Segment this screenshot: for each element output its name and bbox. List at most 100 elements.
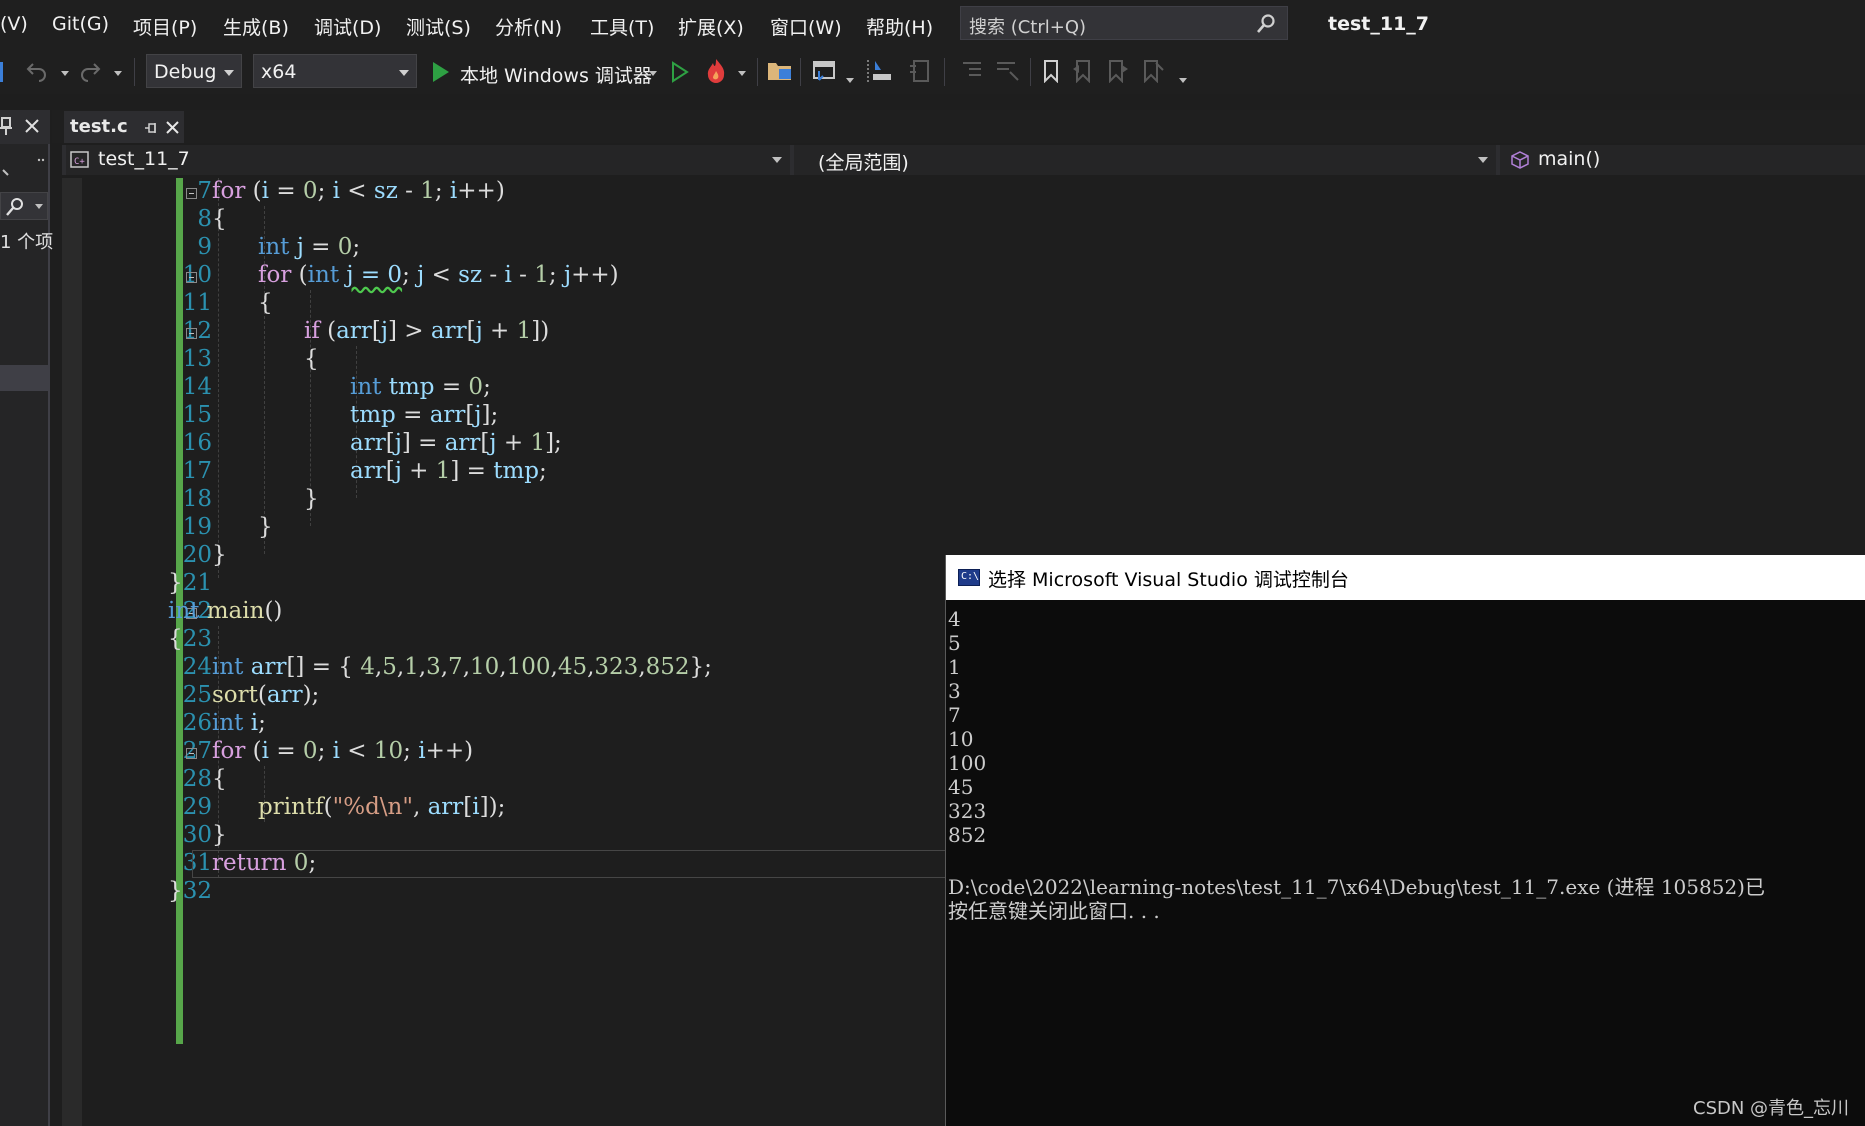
redo-icon[interactable]	[78, 58, 102, 86]
code-line: {	[258, 290, 273, 316]
console-output-line: 852	[948, 823, 986, 847]
line-number: 11	[122, 290, 212, 316]
menu-test[interactable]: 测试(S)	[406, 13, 471, 40]
code-line: int i;	[212, 710, 266, 736]
toolbar-edge-icon	[0, 62, 3, 82]
console-output-line: 3	[948, 679, 961, 703]
hot-reload-icon[interactable]	[703, 57, 729, 89]
search-icon[interactable]	[1255, 13, 1277, 39]
line-number: 12	[122, 318, 212, 344]
chevron-down-icon	[224, 70, 234, 76]
menu-git[interactable]: Git(G)	[52, 13, 109, 35]
menu-build[interactable]: 生成(B)	[223, 13, 289, 40]
code-line: }	[212, 542, 227, 568]
debug-console-window[interactable]: C:\ 选择 Microsoft Visual Studio 调试控制台 4 5…	[945, 555, 1865, 1126]
code-line: printf("%d\n", arr[i]);	[258, 794, 505, 820]
line-number: 9	[122, 234, 212, 260]
collapse-block-icon[interactable]	[186, 328, 197, 339]
undo-icon[interactable]	[25, 58, 49, 86]
outline-icon[interactable]	[908, 58, 932, 88]
code-line: arr[j + 1] = tmp;	[350, 458, 547, 484]
menu-view[interactable]: (V)	[0, 13, 28, 35]
toolbar-separator	[757, 58, 758, 86]
code-line: int arr[] = { 4,5,1,3,7,10,100,45,323,85…	[212, 654, 712, 680]
console-title-bar[interactable]: C:\ 选择 Microsoft Visual Studio 调试控制台	[946, 555, 1865, 600]
configuration-value: Debug	[154, 61, 216, 83]
code-line: }	[168, 878, 183, 904]
next-bookmark-icon[interactable]	[1106, 59, 1130, 87]
pin-icon[interactable]	[0, 116, 14, 140]
menu-debug[interactable]: 调试(D)	[314, 13, 381, 40]
comment-lines-icon[interactable]	[960, 60, 984, 86]
watermark: CSDN @青色_忘川	[1693, 1094, 1849, 1120]
window-layout-icon[interactable]	[812, 58, 838, 88]
platform-select[interactable]: x64	[253, 54, 417, 88]
open-folder-icon[interactable]	[767, 59, 793, 87]
start-debugging-icon[interactable]	[431, 61, 451, 87]
line-number: 7	[122, 178, 212, 204]
project-dropdown[interactable]: C+ test_11_7	[66, 145, 790, 175]
code-line: for (i = 0; i < sz - 1; i++)	[212, 178, 505, 204]
line-number: 23	[122, 626, 212, 652]
previous-bookmark-icon[interactable]	[1071, 59, 1095, 87]
step-into-icon[interactable]	[865, 58, 893, 88]
layout-dropdown-icon[interactable]	[846, 78, 854, 83]
member-dropdown[interactable]: main()	[1500, 145, 1865, 175]
line-number: 26	[122, 710, 212, 736]
code-line: {	[212, 206, 227, 232]
menu-extensions[interactable]: 扩展(X)	[678, 13, 744, 40]
code-line: {	[168, 626, 183, 652]
line-number: 19	[122, 514, 212, 540]
menu-help[interactable]: 帮助(H)	[866, 13, 933, 40]
code-line: if (arr[j] > arr[j + 1])	[304, 318, 549, 344]
svg-text:C+: C+	[74, 157, 85, 167]
menu-project[interactable]: 项目(P)	[133, 13, 197, 40]
toolbar: Debug x64 本地 Windows 调试器	[0, 50, 1865, 94]
tab-test-c[interactable]: test.c	[64, 111, 184, 143]
undo-dropdown-icon[interactable]	[61, 71, 69, 76]
chevron-down-icon	[772, 157, 782, 163]
console-close-hint: 按任意键关闭此窗口. . .	[948, 895, 1160, 924]
panel-toolbar-icon[interactable]	[2, 164, 12, 183]
code-line: for (i = 0; i < 10; i++)	[212, 738, 473, 764]
close-icon[interactable]	[24, 118, 40, 138]
hot-reload-dropdown-icon[interactable]	[738, 71, 746, 76]
menu-analyze[interactable]: 分析(N)	[495, 13, 562, 40]
line-number: 18	[122, 486, 212, 512]
redo-dropdown-icon[interactable]	[114, 71, 122, 76]
indent-guide	[218, 178, 219, 578]
collapse-block-icon[interactable]	[186, 748, 197, 759]
start-without-debugging-icon[interactable]	[670, 61, 690, 87]
console-output-line: 323	[948, 799, 986, 823]
scope-name: (全局范围)	[818, 148, 909, 175]
debugger-dropdown-icon[interactable]	[649, 71, 657, 76]
console-output-line: 10	[948, 727, 973, 751]
clear-bookmarks-icon[interactable]	[1141, 59, 1165, 87]
bookmark-icon[interactable]	[1042, 59, 1060, 87]
toolbar-separator	[800, 58, 801, 86]
selected-tree-row[interactable]	[0, 365, 50, 391]
menu-window[interactable]: 窗口(W)	[770, 13, 842, 40]
collapse-block-icon[interactable]	[186, 188, 197, 199]
scope-dropdown[interactable]: (全局范围)	[794, 145, 1496, 175]
code-line: }	[304, 486, 319, 512]
start-debugging-button[interactable]: 本地 Windows 调试器	[460, 61, 652, 88]
toolbar-overflow-icon[interactable]	[1179, 78, 1187, 83]
close-tab-icon[interactable]	[165, 120, 180, 139]
uncomment-lines-icon[interactable]	[994, 60, 1020, 86]
panel-overflow-icon[interactable]	[36, 150, 46, 169]
menu-tools[interactable]: 工具(T)	[590, 13, 654, 40]
code-line: int main()	[168, 598, 282, 624]
console-output-line: 4	[948, 607, 961, 631]
search-box[interactable]: 搜索 (Ctrl+Q)	[960, 6, 1288, 40]
chevron-down-icon	[399, 70, 409, 76]
panel-header	[0, 110, 50, 144]
configuration-select[interactable]: Debug	[146, 54, 242, 88]
item-count-label: 1 个项	[0, 228, 53, 254]
pin-tab-icon[interactable]	[144, 120, 158, 139]
collapse-block-icon[interactable]	[186, 272, 197, 283]
line-number: 8	[122, 206, 212, 232]
panel-search-field[interactable]	[0, 192, 48, 220]
code-line: int tmp = 0;	[350, 374, 491, 400]
line-number: 10	[122, 262, 212, 288]
